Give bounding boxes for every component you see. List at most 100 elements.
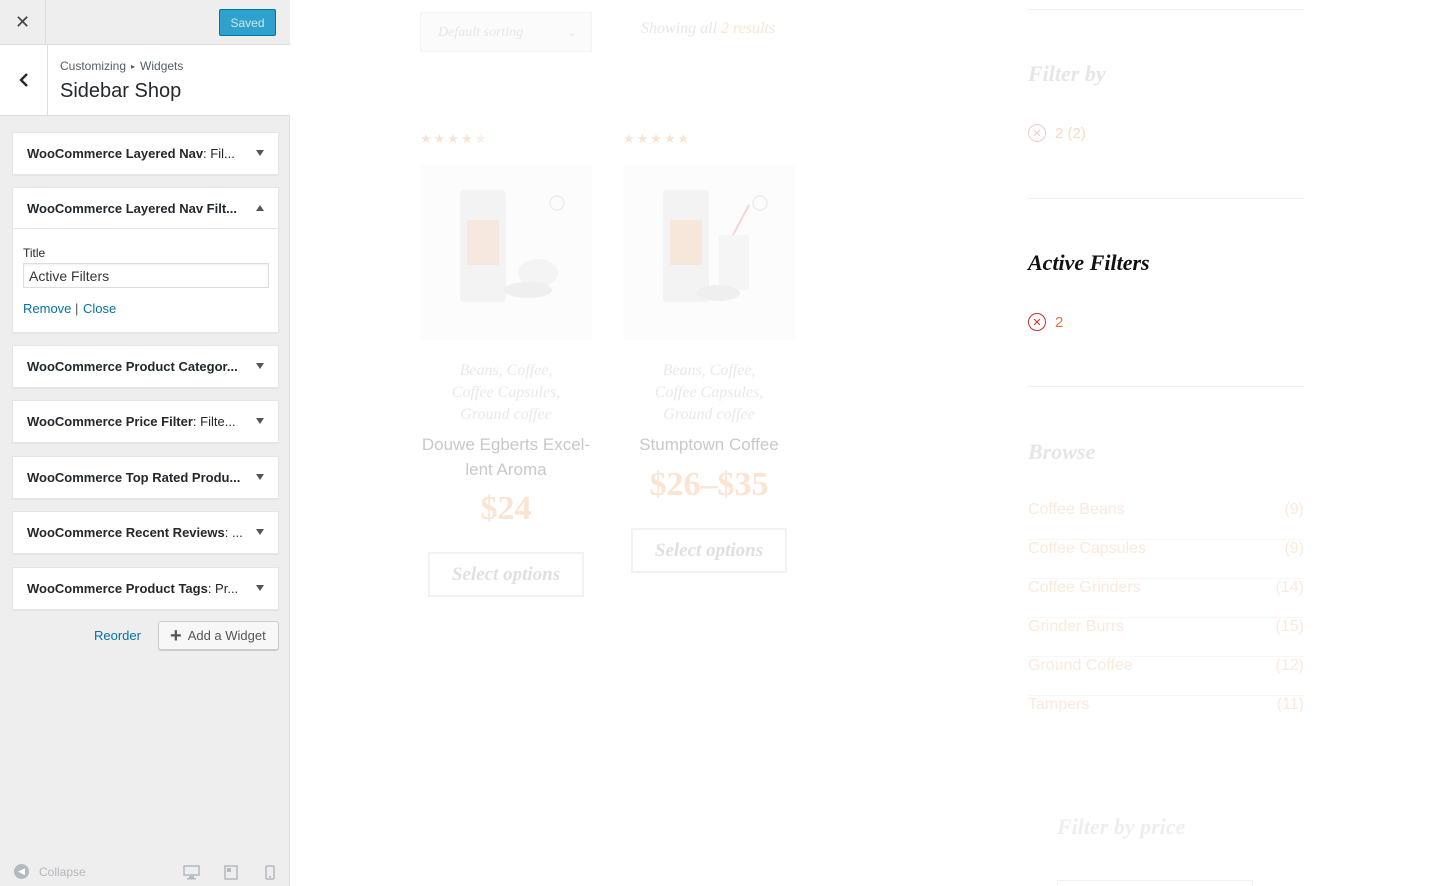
active-filter-label: 2 [1055,313,1064,331]
plus-icon: + [170,624,182,647]
caret-down-icon[interactable] [256,529,264,535]
product-name-line: Douwe Egberts Excel- [421,435,591,454]
breadcrumb-current: Widgets [140,59,184,73]
widget-layered-nav-1: WooCommerce Layered Nav: Fil... [12,132,279,175]
remove-filter-icon: ✕ [1028,124,1046,142]
product-categories: Beans, Coffee, Coffee Capsules, Ground c… [420,360,592,426]
category-name: Coffee Grinders [1028,579,1141,596]
widget-title: WooCommerce Product Categor... [27,359,238,374]
category-item[interactable]: Coffee Capsules (9) [1028,540,1304,579]
filter-chip[interactable]: ✕ 2 (2) [1028,124,1086,142]
widget-header[interactable]: WooCommerce Layered Nav: Fil... [13,133,278,174]
close-customizer-button[interactable]: ✕ [0,0,46,45]
active-filters-title: Active Filters [1028,250,1150,275]
category-item[interactable]: Ground Coffee (12) [1028,657,1304,696]
title-input[interactable] [23,263,269,288]
divider [1028,198,1304,199]
section-title: Sidebar Shop [60,80,182,102]
coffee-package-image [663,190,768,302]
results-prefix: Showing all [641,20,718,37]
category-count: (15) [1275,618,1304,635]
select-options-button[interactable]: Select options [428,552,584,597]
add-widget-label: Add a Widget [187,628,266,643]
widget-header[interactable]: WooCommerce Top Rated Produ... [13,457,278,498]
product-image[interactable] [420,165,592,340]
product-name[interactable]: Stumptown Coffee [623,432,795,457]
category-count: (11) [1276,696,1304,713]
widget-title: WooCommerce Recent Reviews [27,525,225,540]
widget-header[interactable]: WooCommerce Product Categor... [13,346,278,387]
category-name: Grinder Burrs [1028,618,1125,635]
widget-header[interactable]: WooCommerce Price Filter: Filte... [13,401,278,442]
select-options-button[interactable]: Select options [631,528,787,573]
filter-by-price-title: Filter by price [1057,814,1186,839]
customizer-panel: ✕ Saved Customizing ▸ Widgets Sidebar Shop… [0,0,290,886]
category-item[interactable]: Coffee Beans (9) [1028,501,1304,540]
add-widget-button[interactable]: + Add a Widget [158,621,279,650]
caret-down-icon[interactable] [256,474,264,480]
widget-subtitle: : ... [224,525,243,540]
widget-subtitle: : Pr... [207,581,239,596]
category-item[interactable]: Tampers (11) [1028,696,1304,735]
breadcrumb-separator: ▸ [131,62,136,71]
caret-down-icon[interactable] [256,418,264,424]
product-image[interactable] [623,165,795,340]
widget-header[interactable]: WooCommerce Product Tags: Pr... [13,568,278,609]
chevron-left-icon [18,73,28,87]
reorder-link[interactable]: Reorder [94,628,141,643]
widget-top-rated-products: WooCommerce Top Rated Produ... [12,456,279,499]
category-count: (12) [1275,657,1304,674]
active-filter-chip[interactable]: ✕ 2 [1028,313,1063,331]
results-count: Showing all 2 results [641,20,775,38]
category-item[interactable]: Coffee Grinders (14) [1028,579,1304,618]
sorting-value: Default sorting [438,25,524,40]
product-name-line: lent Aroma [465,460,547,479]
widget-subtitle: : Filte... [192,414,236,429]
widget-title: WooCommerce Layered Nav [27,146,204,161]
back-button[interactable] [0,45,48,115]
saved-button[interactable]: Saved [219,9,276,36]
widget-title: WooCommerce Product Tags [27,581,208,596]
close-widget-link[interactable]: Close [83,301,116,316]
category-line: Coffee Capsules, [451,384,561,401]
title-field-label: Title [23,246,46,260]
widget-title: WooCommerce Top Rated Produ... [27,470,241,485]
site-preview: Default sorting ⌄ Showing all 2 results … [290,0,1433,886]
widget-form: Title Remove | Close [13,229,278,332]
collapse-button[interactable]: ◀ Collapse [14,864,86,879]
caret-down-icon[interactable] [256,585,264,591]
results-highlight: 2 results [721,20,776,37]
product-name-line: Stumptown Coffee [639,435,779,454]
widget-header[interactable]: WooCommerce Recent Reviews: ... [13,512,278,553]
widget-title: WooCommerce Price Filter [27,414,193,429]
caret-up-icon[interactable] [256,205,264,211]
product-categories: Beans, Coffee, Coffee Capsules, Ground c… [623,360,795,426]
category-name: Tampers [1028,696,1090,713]
breadcrumb: Customizing ▸ Widgets [60,59,183,73]
widget-subtitle: : Fil... [203,146,235,161]
caret-down-icon[interactable] [256,363,264,369]
remove-widget-link[interactable]: Remove [23,301,71,316]
tablet-preview-icon[interactable] [224,865,238,880]
price-slider-box[interactable] [1057,880,1253,886]
category-item[interactable]: Grinder Burrs (15) [1028,618,1304,657]
link-separator: | [75,301,79,316]
category-name: Coffee Beans [1028,501,1125,518]
category-count: (9) [1284,540,1304,557]
category-line: Beans, Coffee, [459,362,553,379]
chevron-down-icon: ⌄ [566,25,577,39]
desktop-preview-icon[interactable] [183,865,200,880]
category-line: Ground coffee [663,406,755,423]
breadcrumb-root: Customizing [60,59,127,73]
customizer-footer: ◀ Collapse [0,858,290,886]
divider [1028,9,1304,10]
sorting-select[interactable]: Default sorting ⌄ [420,12,592,52]
widget-header[interactable]: WooCommerce Layered Nav Filt... [13,188,278,229]
mobile-preview-icon[interactable] [265,865,275,880]
product-name[interactable]: Douwe Egberts Excel- lent Aroma [420,432,592,482]
caret-down-icon[interactable] [256,150,264,156]
divider [1028,386,1304,387]
widget-product-categories: WooCommerce Product Categor... [12,345,279,388]
widget-layered-nav-filters: WooCommerce Layered Nav Filt... Title Re… [12,187,279,333]
star-rating: ★★★★★ [420,131,489,146]
